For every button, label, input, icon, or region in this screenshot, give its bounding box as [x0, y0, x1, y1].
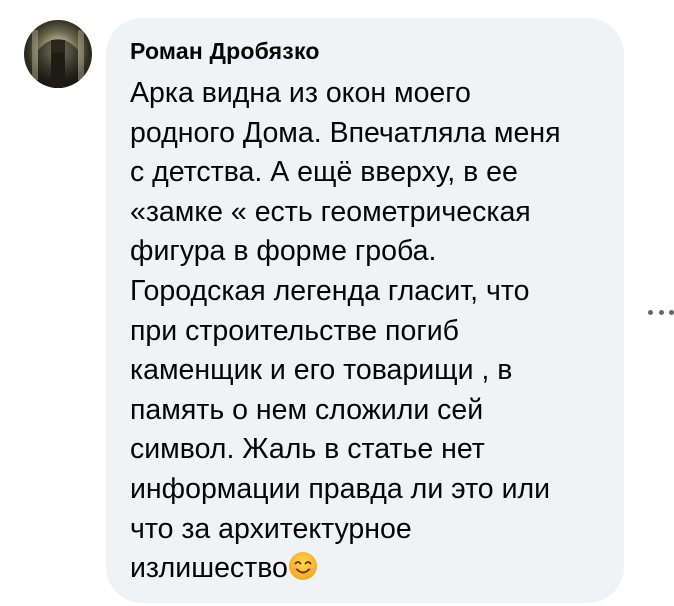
smiling-face-emoji-icon — [288, 552, 317, 581]
more-horizontal-icon-dot — [669, 309, 674, 315]
avatar[interactable] — [24, 20, 92, 88]
more-options-button[interactable] — [648, 302, 674, 322]
comment-bubble: Роман Дробязко Арка видна из окон моего … — [106, 18, 624, 603]
avatar-photo — [32, 30, 84, 88]
more-horizontal-icon-dot — [658, 309, 664, 315]
comment-line: символ. Жаль в статье нет — [130, 433, 485, 466]
comment-line: при строительстве погиб — [130, 314, 459, 347]
comment: Роман Дробязко Арка видна из окон моего … — [0, 0, 674, 606]
comment-line: память о нем сложили сей — [130, 393, 484, 426]
comment-line: излишество — [130, 552, 288, 585]
comment-line: что за архитектурное — [130, 512, 412, 545]
comment-line: каменщик и его товарищи , в — [130, 354, 513, 387]
comment-line: фигура в форме гроба. — [130, 235, 437, 268]
comment-line: родного Дома. Впечатляла меня — [130, 116, 561, 149]
comment-line: с детства. А ещё вверху, в ее — [130, 156, 518, 189]
comment-line: Арка видна из окон моего — [130, 77, 471, 109]
comment-author[interactable]: Роман Дробязко — [130, 38, 320, 65]
comment-line: Городская легенда гласит, что — [130, 274, 530, 307]
comment-last-line: излишество — [130, 549, 600, 589]
comment-line: информации правда ли это или — [130, 472, 551, 505]
comment-text: Арка видна из окон моего родного Дома. В… — [130, 74, 600, 589]
comment-line: «замке « есть геометрическая — [130, 195, 531, 228]
more-horizontal-icon — [648, 309, 653, 315]
